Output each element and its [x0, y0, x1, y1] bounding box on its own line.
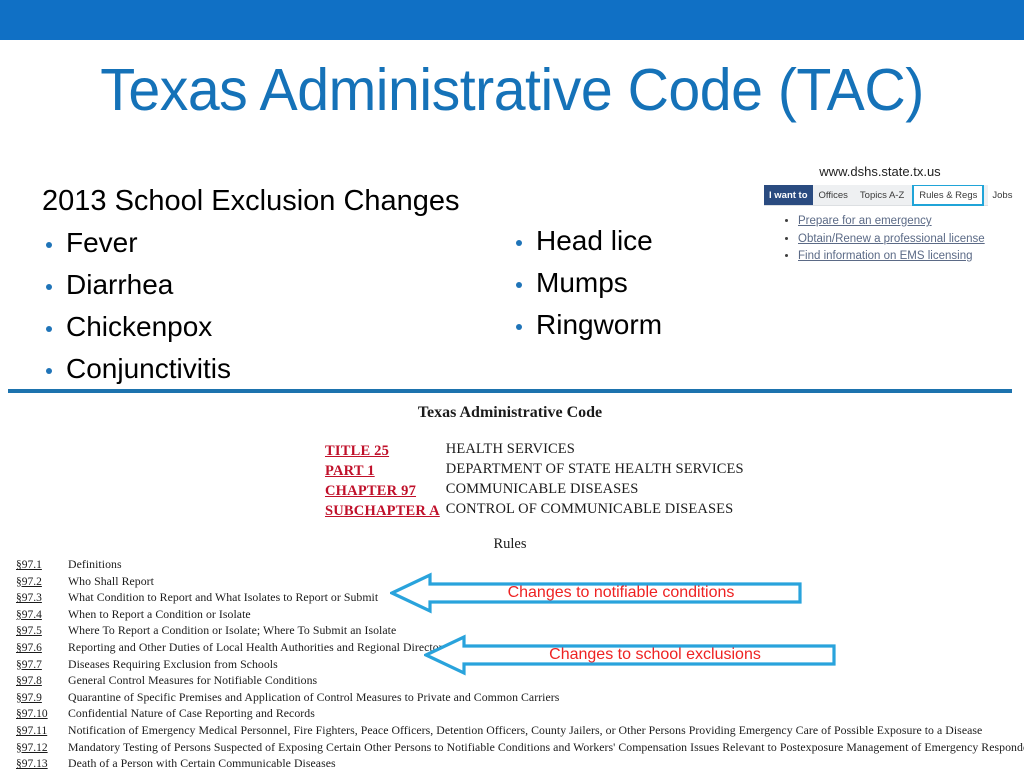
rule-title: Quarantine of Specific Premises and Appl…: [68, 689, 560, 704]
left-arrow-icon: [424, 634, 836, 676]
rule-number-link[interactable]: §97.8: [16, 674, 68, 690]
rule-number-link[interactable]: §97.4: [16, 608, 68, 624]
rule-title: Definitions: [68, 557, 122, 571]
nav-tab-topics-a-z[interactable]: Topics A-Z: [854, 185, 910, 205]
rule-number-link[interactable]: §97.12: [16, 741, 68, 757]
website-screenshot: I want to Offices Topics A-Z Rules & Reg…: [764, 185, 1022, 311]
rule-title: Mandatory Testing of Persons Suspected o…: [68, 739, 1024, 754]
rule-title: What Condition to Report and What Isolat…: [68, 590, 379, 605]
table-row: §97.13 Death of a Person with Certain Co…: [16, 756, 1024, 773]
list-item: Diarrhea: [42, 264, 512, 306]
rule-title: General Control Measures for Notifiable …: [68, 673, 318, 688]
nav-tab-rules-and-regs[interactable]: Rules & Regs: [912, 185, 985, 206]
rule-number-link[interactable]: §97.13: [16, 757, 68, 773]
rule-number-link[interactable]: §97.6: [16, 641, 68, 657]
nav-tab-jobs[interactable]: Jobs: [986, 185, 1018, 205]
exclusion-list-left: Fever Diarrhea Chickenpox Conjunctivitis: [42, 222, 512, 390]
list-item: Conjunctivitis: [42, 348, 512, 390]
rule-title: Death of a Person with Certain Communica…: [68, 756, 336, 771]
table-row: §97.12 Mandatory Testing of Persons Susp…: [16, 740, 1024, 757]
tac-subchapter-value: CONTROL OF COMMUNICABLE DISEASES: [445, 501, 734, 517]
table-row: TITLE 25 HEALTH SERVICES: [325, 440, 744, 460]
rule-number-link[interactable]: §97.7: [16, 658, 68, 674]
slide: Texas Administrative Code (TAC) 2013 Sch…: [0, 0, 1024, 770]
nav-tab-offices[interactable]: Offices: [813, 185, 854, 205]
left-arrow-icon: [390, 572, 802, 614]
rule-number-link[interactable]: §97.2: [16, 575, 68, 591]
tac-hierarchy-table: TITLE 25 HEALTH SERVICES PART 1 DEPARTME…: [325, 440, 744, 520]
rule-title: Notification of Emergency Medical Person…: [68, 722, 983, 737]
bullets-left-column: 2013 School Exclusion Changes Fever Diar…: [42, 182, 512, 390]
list-item[interactable]: Find information on EMS licensing: [798, 248, 998, 266]
callout-school-exclusions: Changes to school exclusions: [424, 634, 836, 676]
website-url-caption: www.dshs.state.tx.us: [819, 164, 941, 179]
tac-part-value: DEPARTMENT OF STATE HEALTH SERVICES: [445, 461, 744, 477]
table-row: PART 1 DEPARTMENT OF STATE HEALTH SERVIC…: [325, 460, 744, 480]
exclusion-list-right: Head lice Mumps Ringworm: [512, 220, 772, 346]
tac-document-title: Texas Administrative Code: [417, 404, 603, 421]
website-link[interactable]: Obtain/Renew a professional license: [798, 233, 985, 245]
rule-title: Diseases Requiring Exclusion from School…: [68, 656, 278, 671]
bullets-right-column: Head lice Mumps Ringworm: [512, 220, 772, 346]
top-banner: [0, 0, 1024, 40]
rule-title: Reporting and Other Duties of Local Heal…: [68, 639, 448, 654]
tac-chapter-link[interactable]: CHAPTER 97: [325, 480, 446, 500]
rule-number-link[interactable]: §97.9: [16, 691, 68, 707]
rule-title: Who Shall Report: [68, 573, 154, 588]
page-title: Texas Administrative Code (TAC): [100, 57, 924, 123]
callout-notifiable-conditions: Changes to notifiable conditions: [390, 572, 802, 614]
website-link-list: Prepare for an emergency Obtain/Renew a …: [782, 213, 998, 266]
rule-number-link[interactable]: §97.1: [16, 558, 68, 574]
list-item: Fever: [42, 222, 512, 264]
table-row: CHAPTER 97 COMMUNICABLE DISEASES: [325, 480, 744, 500]
tac-title-link[interactable]: TITLE 25: [325, 440, 446, 460]
website-link[interactable]: Find information on EMS licensing: [798, 250, 973, 262]
tac-chapter-value: COMMUNICABLE DISEASES: [445, 481, 639, 497]
website-link[interactable]: Prepare for an emergency: [798, 215, 932, 227]
rules-heading: Rules: [493, 536, 527, 552]
list-item: Chickenpox: [42, 306, 512, 348]
tac-title-value: HEALTH SERVICES: [445, 441, 575, 457]
list-item: Ringworm: [512, 304, 772, 346]
rule-title: Confidential Nature of Case Reporting an…: [68, 706, 315, 721]
list-item: Mumps: [512, 262, 772, 304]
website-nav-bar: I want to Offices Topics A-Z Rules & Reg…: [764, 185, 1012, 206]
nav-pill-i-want-to[interactable]: I want to: [764, 185, 813, 205]
website-thumbnail: www.dshs.state.tx.us I want to Offices T…: [760, 163, 1022, 323]
list-item[interactable]: Prepare for an emergency: [798, 213, 998, 231]
tac-subchapter-link[interactable]: SUBCHAPTER A: [325, 500, 446, 520]
section-divider: [8, 389, 1012, 393]
rule-number-link[interactable]: §97.5: [16, 624, 68, 640]
table-row: §97.9 Quarantine of Specific Premises an…: [16, 690, 1024, 707]
rule-number-link[interactable]: §97.11: [16, 724, 68, 740]
table-row: §97.10 Confidential Nature of Case Repor…: [16, 706, 1024, 723]
rule-title: When to Report a Condition or Isolate: [68, 606, 251, 621]
tac-part-link[interactable]: PART 1: [325, 460, 446, 480]
rule-number-link[interactable]: §97.3: [16, 591, 68, 607]
table-row: §97.11 Notification of Emergency Medical…: [16, 723, 1024, 740]
bullets-heading: 2013 School Exclusion Changes: [42, 185, 460, 217]
rule-number-link[interactable]: §97.10: [16, 707, 68, 723]
rule-title: Where To Report a Condition or Isolate; …: [68, 623, 397, 638]
list-item[interactable]: Obtain/Renew a professional license: [798, 231, 998, 249]
tac-document: Texas Administrative Code TITLE 25 HEALT…: [0, 402, 1024, 554]
list-item: Head lice: [512, 220, 772, 262]
table-row: SUBCHAPTER A CONTROL OF COMMUNICABLE DIS…: [325, 500, 744, 520]
